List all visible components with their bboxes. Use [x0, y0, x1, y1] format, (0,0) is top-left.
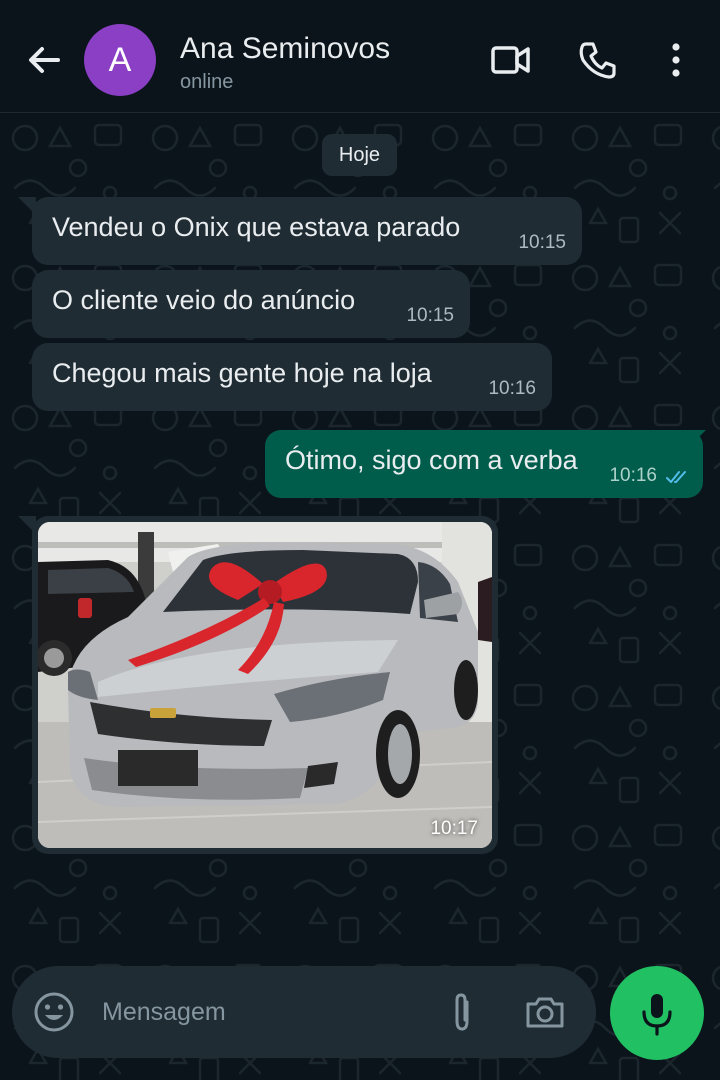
read-receipt-icon — [666, 471, 686, 483]
car-photo[interactable] — [38, 522, 492, 848]
message-time: 10:16 — [488, 378, 536, 399]
contact-status: online — [180, 71, 234, 93]
more-vertical-icon — [672, 43, 680, 77]
attach-button[interactable] — [440, 990, 484, 1034]
more-options-button[interactable] — [654, 38, 698, 82]
camera-icon — [526, 997, 564, 1028]
message-time: 10:17 — [430, 818, 478, 839]
message-bubble-incoming[interactable]: Vendeu o Onix que estava parado 10:15 — [32, 197, 582, 265]
back-button[interactable] — [22, 38, 66, 82]
message-bubble-outgoing[interactable]: Ótimo, sigo com a verba 10:16 — [265, 430, 703, 498]
message-composer: Mensagem — [12, 966, 596, 1058]
date-separator: Hoje — [322, 134, 397, 176]
message-time: 10:16 — [609, 465, 657, 486]
image-message-bubble[interactable]: 10:17 — [32, 516, 498, 854]
paperclip-icon — [455, 993, 469, 1031]
message-text: O cliente veio do anúncio — [52, 285, 356, 315]
message-bubble-incoming[interactable]: Chegou mais gente hoje na loja 10:16 — [32, 343, 552, 411]
voice-call-button[interactable] — [576, 38, 620, 82]
message-time: 10:15 — [406, 305, 454, 326]
avatar[interactable]: A — [84, 24, 156, 96]
video-call-button[interactable] — [489, 38, 533, 82]
camera-button[interactable] — [523, 990, 567, 1034]
microphone-icon — [642, 994, 672, 1036]
message-text: Vendeu o Onix que estava parado — [52, 212, 461, 242]
message-time: 10:15 — [518, 232, 566, 253]
message-text: Chegou mais gente hoje na loja — [52, 358, 432, 388]
phone-icon — [579, 42, 616, 79]
video-camera-icon — [491, 46, 530, 74]
message-input[interactable]: Mensagem — [102, 998, 226, 1027]
emoji-icon — [34, 992, 74, 1032]
message-bubble-incoming[interactable]: O cliente veio do anúncio 10:15 — [32, 270, 470, 338]
chat-header: A Ana Seminovos online — [0, 0, 720, 113]
emoji-button[interactable] — [32, 990, 76, 1034]
contact-name[interactable]: Ana Seminovos — [180, 32, 390, 66]
message-text: Ótimo, sigo com a verba — [285, 445, 578, 475]
arrow-left-icon — [29, 47, 60, 73]
voice-message-button[interactable] — [610, 966, 704, 1060]
